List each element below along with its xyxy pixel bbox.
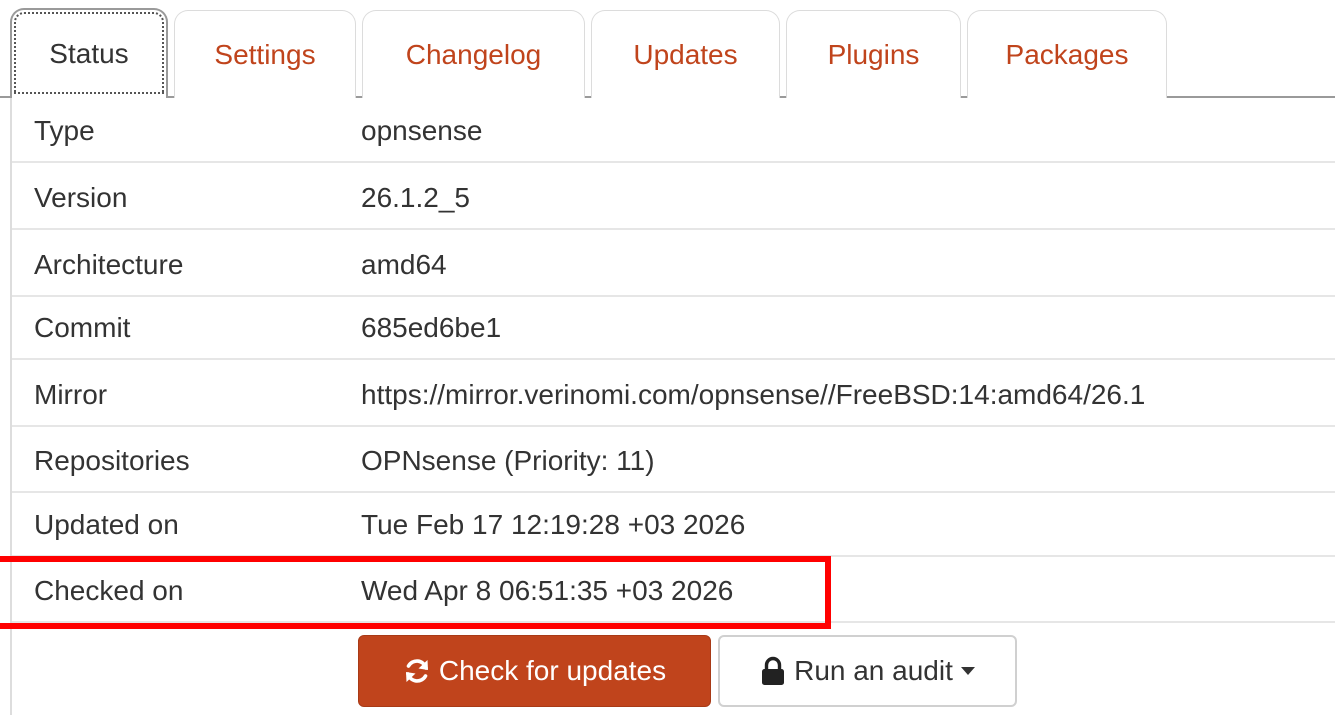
row-label: Commit — [34, 312, 131, 343]
tab-updates-label: Updates — [633, 38, 738, 70]
run-audit-label: Run an audit — [794, 655, 953, 686]
refresh-icon — [405, 659, 428, 683]
highlight-box — [0, 556, 831, 629]
row-value: OPNsense (Priority: 11) — [361, 445, 655, 476]
status-row-commit: Commit 685ed6be1 — [12, 295, 1335, 360]
tab-settings[interactable]: Settings — [174, 10, 356, 98]
tab-packages-label: Packages — [1005, 38, 1129, 70]
row-label: Type — [34, 115, 95, 146]
row-label: Repositories — [34, 445, 190, 476]
caret-down-icon — [960, 667, 975, 675]
status-row-repositories: Repositories OPNsense (Priority: 11) — [12, 428, 1335, 493]
status-row-version: Version 26.1.2_5 — [12, 165, 1335, 230]
row-label: Architecture — [34, 249, 184, 280]
row-value: Tue Feb 17 12:19:28 +03 2026 — [361, 509, 746, 540]
status-row-architecture: Architecture amd64 — [12, 232, 1335, 297]
row-label: Updated on — [34, 509, 179, 540]
row-value: https://mirror.verinomi.com/opnsense//Fr… — [361, 379, 1146, 410]
lock-icon — [762, 656, 785, 685]
tab-changelog-label: Changelog — [405, 38, 542, 70]
tab-plugins-label: Plugins — [827, 38, 920, 70]
tab-changelog[interactable]: Changelog — [362, 10, 585, 98]
row-value: opnsense — [361, 115, 483, 146]
row-value: 685ed6be1 — [361, 312, 502, 343]
run-audit-dropdown-button[interactable]: Run an audit — [718, 635, 1017, 707]
tab-status[interactable]: Status — [10, 8, 168, 100]
tab-settings-label: Settings — [214, 38, 316, 70]
tab-bar: Status Settings Changelog Updates Plugin… — [0, 0, 1335, 100]
status-row-updated-on: Updated on Tue Feb 17 12:19:28 +03 2026 — [12, 492, 1335, 557]
row-value: amd64 — [361, 249, 447, 280]
tab-updates[interactable]: Updates — [591, 10, 780, 98]
row-label: Version — [34, 182, 128, 213]
status-row-mirror: Mirror https://mirror.verinomi.com/opnse… — [12, 362, 1335, 427]
tab-packages[interactable]: Packages — [967, 10, 1167, 98]
check-for-updates-button[interactable]: Check for updates — [358, 635, 711, 707]
tab-status-label: Status — [49, 38, 129, 69]
tab-plugins[interactable]: Plugins — [786, 10, 961, 98]
check-for-updates-label: Check for updates — [438, 655, 667, 686]
row-value: 26.1.2_5 — [361, 182, 470, 213]
status-row-type: Type opnsense — [12, 98, 1335, 163]
row-label: Mirror — [34, 379, 108, 410]
